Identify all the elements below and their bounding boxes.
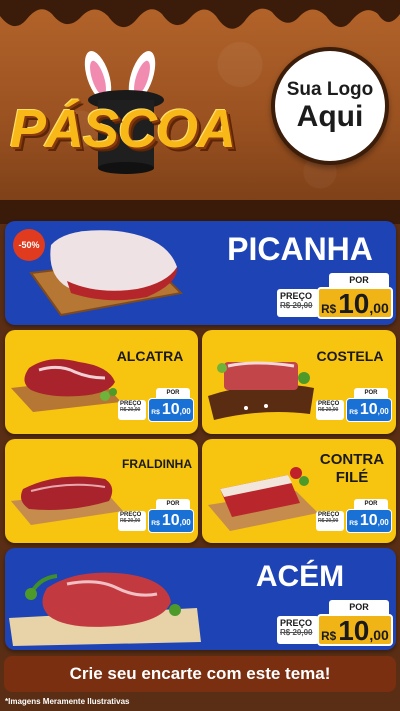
currency-symbol: R$ xyxy=(349,520,358,527)
price-por-label: POR xyxy=(329,273,389,287)
price-por-label: POR xyxy=(329,600,389,614)
current-price: R$ 10 ,00 xyxy=(317,614,393,646)
price-integer: 10 xyxy=(161,512,180,529)
product-card-picanha: -50% PICANHA POR PREÇO R$ 20,00 R$ 10 ,0… xyxy=(5,221,396,325)
old-price-value: R$ 20,00 xyxy=(318,518,339,524)
contra-file-image xyxy=(208,467,318,531)
product-name-line2: FILÉ xyxy=(335,469,369,486)
old-price-label: PREÇO xyxy=(280,618,313,628)
logo-text-line2: Aqui xyxy=(296,100,364,133)
flyer-page: PÁSCOA Sua Logo Aqui -50% PICANHA POR PR… xyxy=(0,0,400,711)
product-name-line1: CONTRA xyxy=(319,451,385,468)
product-name: PICANHA xyxy=(227,231,373,267)
currency-symbol: R$ xyxy=(321,303,337,316)
product-card-fraldinha: FRALDINHA POR PREÇO R$ 20,00 R$ 10 ,00 xyxy=(5,439,198,543)
price-cents: ,00 xyxy=(369,300,389,316)
old-price-box: PREÇO R$ 20,00 xyxy=(316,400,344,420)
price-cents: ,00 xyxy=(369,627,389,643)
picanha-image xyxy=(29,230,184,317)
product-name: COSTELA xyxy=(316,348,384,364)
acem-image xyxy=(9,572,201,646)
discount-badge: -50% xyxy=(13,229,45,261)
old-price-value: R$ 20,00 xyxy=(280,301,313,310)
old-price-value: R$ 20,00 xyxy=(318,407,339,413)
old-price-box: PREÇO R$ 20,00 xyxy=(118,511,146,531)
product-name: FRALDINHA xyxy=(122,457,192,471)
product-card-alcatra: ALCATRA POR PREÇO R$ 20,00 R$ 10 ,00 xyxy=(5,330,198,434)
current-price: R$ 10 ,00 xyxy=(346,398,392,422)
price-tag: POR PREÇO R$ 20,00 R$ 10 ,00 xyxy=(118,388,194,424)
price-cents: ,00 xyxy=(179,518,191,527)
chocolate-drips-decoration xyxy=(0,0,400,29)
price-por-label: POR xyxy=(354,388,388,398)
old-price-box: PREÇO R$ 20,00 xyxy=(118,400,146,420)
price-tag: POR PREÇO R$ 20,00 R$ 10 ,00 xyxy=(277,600,393,648)
currency-symbol: R$ xyxy=(321,630,337,643)
currency-symbol: R$ xyxy=(151,520,160,527)
old-price-value: R$ 20,00 xyxy=(120,407,141,413)
price-integer: 10 xyxy=(338,615,370,646)
product-card-contra-file: CONTRA FILÉ POR PREÇO R$ 20,00 R$ 10 ,00 xyxy=(202,439,396,543)
currency-symbol: R$ xyxy=(349,409,358,416)
fraldinha-image xyxy=(11,476,123,525)
old-price-value: R$ 20,00 xyxy=(280,628,313,637)
easter-title-art: PÁSCOA xyxy=(6,46,266,176)
current-price: R$ 10 ,00 xyxy=(148,398,194,422)
price-cents: ,00 xyxy=(377,518,389,527)
price-integer: 10 xyxy=(359,401,378,418)
current-price: R$ 10 ,00 xyxy=(317,287,393,319)
price-cents: ,00 xyxy=(179,407,191,416)
header: PÁSCOA Sua Logo Aqui xyxy=(0,0,400,215)
cta-banner[interactable]: Crie seu encarte com este tema! xyxy=(4,656,396,692)
product-card-acem: ACÉM POR PREÇO R$ 20,00 R$ 10 ,00 xyxy=(5,548,396,650)
price-tag: POR PREÇO R$ 20,00 R$ 10 ,00 xyxy=(118,499,194,535)
logo-placeholder: Sua Logo Aqui xyxy=(271,47,389,165)
price-integer: 10 xyxy=(338,288,370,319)
costela-image xyxy=(208,361,314,420)
currency-symbol: R$ xyxy=(151,409,160,416)
price-integer: 10 xyxy=(359,512,378,529)
price-por-label: POR xyxy=(156,388,190,398)
price-por-label: POR xyxy=(156,499,190,509)
product-name: ACÉM xyxy=(255,560,345,593)
page-title: PÁSCOA xyxy=(10,99,236,159)
price-por-label: POR xyxy=(354,499,388,509)
price-integer: 10 xyxy=(161,401,180,418)
price-tag: POR PREÇO R$ 20,00 R$ 10 ,00 xyxy=(316,499,392,535)
price-cents: ,00 xyxy=(377,407,389,416)
price-tag: POR PREÇO R$ 20,00 R$ 10 ,00 xyxy=(277,273,393,321)
current-price: R$ 10 ,00 xyxy=(346,509,392,533)
logo-text-line1: Sua Logo xyxy=(286,79,374,100)
product-name: ALCATRA xyxy=(116,348,184,364)
old-price-box: PREÇO R$ 20,00 xyxy=(277,289,319,317)
old-price-box: PREÇO R$ 20,00 xyxy=(277,616,319,644)
disclaimer-note: *Imagens Meramente Ilustrativas xyxy=(5,697,130,706)
old-price-value: R$ 20,00 xyxy=(120,518,141,524)
price-tag: POR PREÇO R$ 20,00 R$ 10 ,00 xyxy=(316,388,392,424)
old-price-label: PREÇO xyxy=(280,291,313,301)
product-card-costela: COSTELA POR PREÇO R$ 20,00 R$ 10 ,00 xyxy=(202,330,396,434)
old-price-box: PREÇO R$ 20,00 xyxy=(316,511,344,531)
current-price: R$ 10 ,00 xyxy=(148,509,194,533)
